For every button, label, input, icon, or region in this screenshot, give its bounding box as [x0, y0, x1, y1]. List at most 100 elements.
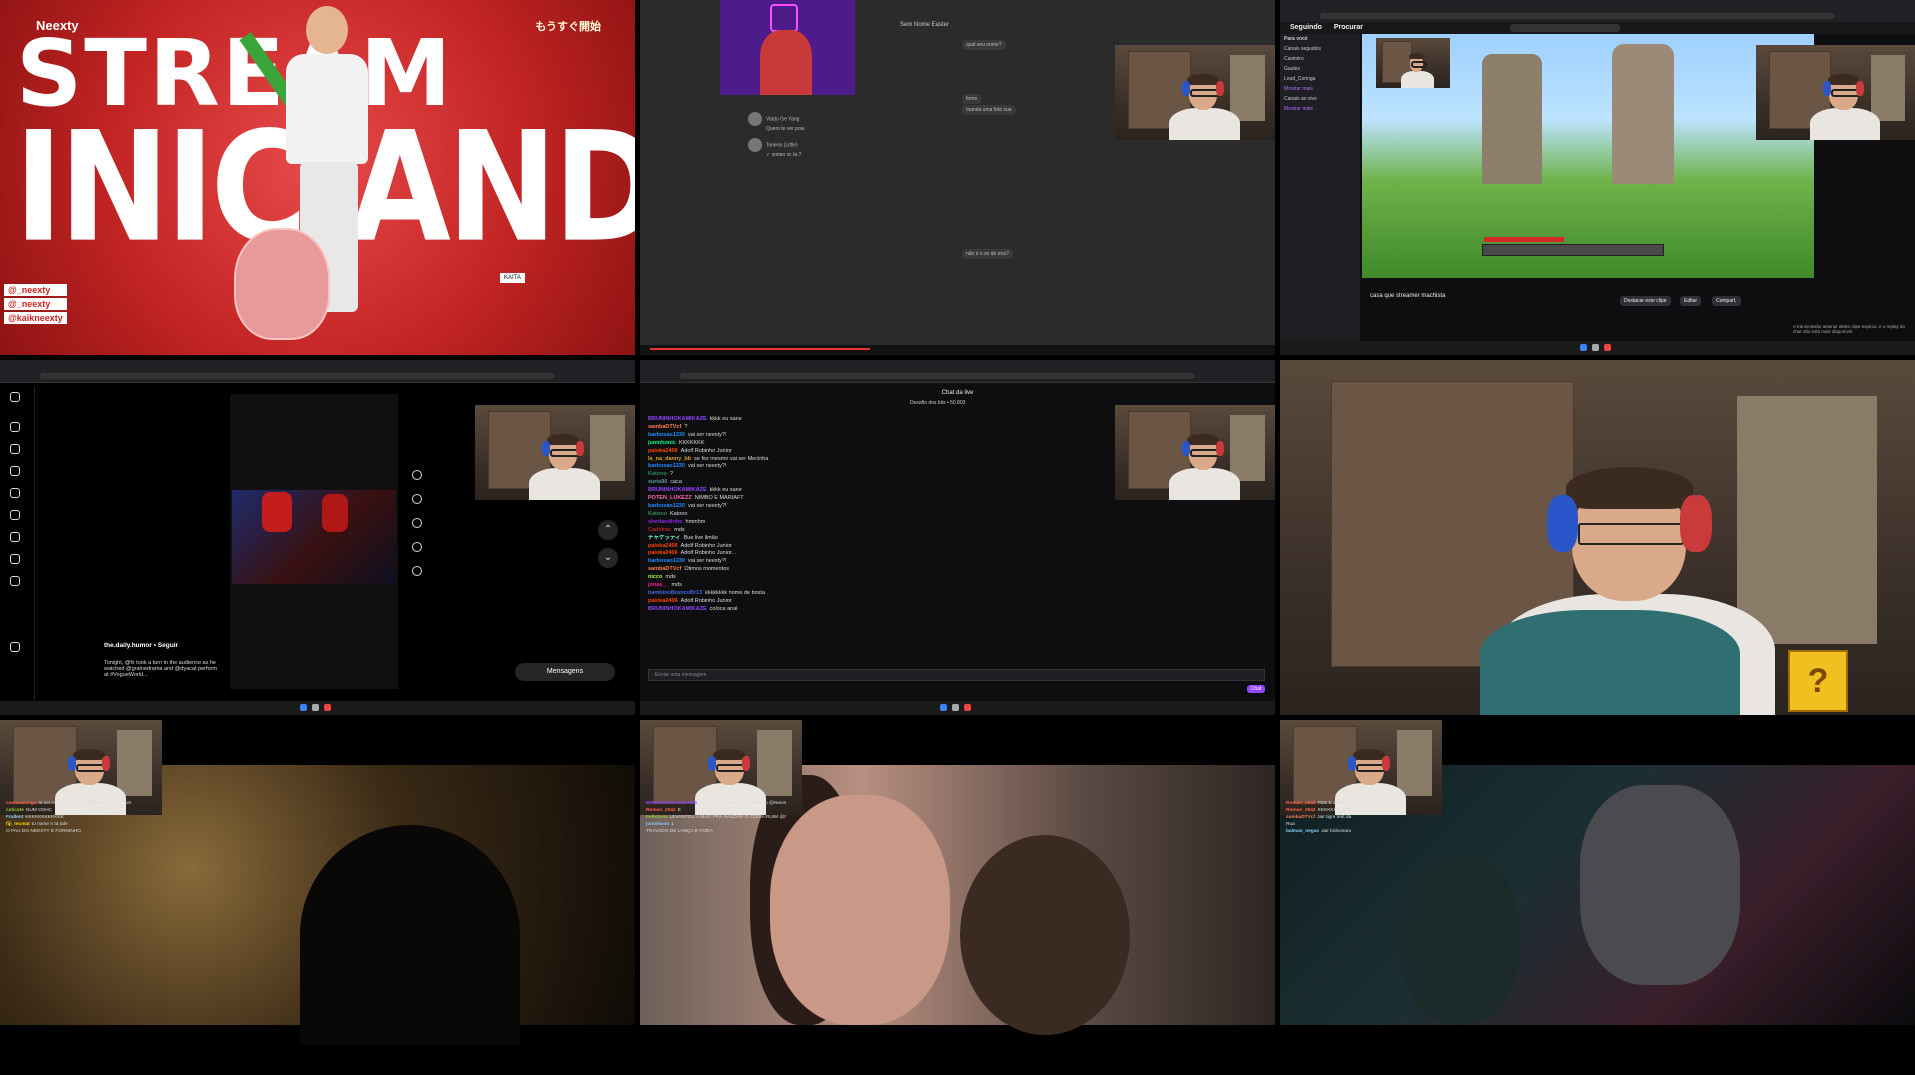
chat-username[interactable]: caetanoveiga [6, 801, 36, 806]
chat-username[interactable]: juninhooo [646, 822, 669, 827]
send-icon[interactable] [10, 466, 20, 476]
chat-username[interactable]: juninhonic [648, 440, 676, 446]
address-bar[interactable] [680, 373, 1195, 379]
share-icon[interactable] [412, 542, 422, 552]
chat-username[interactable]: Roman_2542 [1286, 801, 1316, 806]
chat-text: Jair bolsonaro [1321, 829, 1352, 834]
chat-username[interactable]: sherlandinho [648, 519, 683, 525]
chat-username[interactable]: sambaDTVcf [1286, 815, 1315, 820]
sidebar-item[interactable]: Gaules [1280, 64, 1360, 74]
chat-username[interactable]: suris90 [648, 479, 667, 485]
blanket [1480, 610, 1740, 715]
chat-username[interactable]: paioka2406 [648, 598, 678, 604]
create-icon[interactable] [10, 554, 20, 564]
windows-icon[interactable] [940, 704, 947, 711]
messages-button[interactable]: Mensagens [515, 663, 615, 681]
chat-username[interactable]: Frallent [6, 815, 23, 820]
reel-username[interactable]: the.daily.humor • Seguir [104, 642, 178, 649]
reels-icon[interactable] [10, 444, 20, 454]
explorer-icon[interactable] [1592, 344, 1599, 351]
chat-username[interactable]: barbosao1230 [648, 432, 685, 438]
chat-username[interactable]: jonas__ [648, 582, 668, 588]
video-player[interactable] [1362, 34, 1814, 278]
chat-line: BRUNINHOKAMIKAZE veio filho, vai nascer a… [646, 800, 786, 807]
chat-text: kkkk eu sane [709, 487, 742, 494]
chat-username[interactable]: sambaDTVcf [648, 424, 681, 430]
contact-item[interactable]: Vlado Ge Yang Quero te ver pow [748, 112, 804, 132]
progress-bar[interactable] [650, 348, 870, 350]
edit-button[interactable]: Editar [1680, 296, 1702, 306]
heart-icon[interactable] [10, 532, 20, 542]
explore-icon[interactable] [10, 510, 20, 520]
chrome-icon[interactable] [324, 704, 331, 711]
windows-icon[interactable] [300, 704, 307, 711]
like-icon[interactable] [412, 470, 422, 480]
sidebar-item[interactable]: Canais seguidos [1280, 44, 1360, 54]
reel-navigation: ⌃ ⌄ [598, 520, 618, 576]
chat-username[interactable]: paioka2406 [648, 448, 678, 454]
menu-icon[interactable] [10, 642, 20, 652]
chat-send-button[interactable]: Chat [1247, 685, 1265, 693]
address-bar[interactable] [40, 373, 555, 379]
chrome-icon[interactable] [964, 704, 971, 711]
chat-username[interactable]: bambinoBrancoBr13 [648, 590, 702, 596]
chat-username[interactable]: Roman_2542 [1286, 808, 1316, 813]
home-icon[interactable] [10, 422, 20, 432]
chat-username[interactable]: Katooo [648, 471, 667, 477]
search-input[interactable] [1510, 24, 1620, 32]
video-controls[interactable] [640, 345, 1275, 355]
chat-username[interactable]: Felixtorm [646, 815, 668, 820]
profile-icon[interactable] [10, 576, 20, 586]
chat-username[interactable]: チャケッティ [648, 535, 681, 541]
address-bar[interactable] [1320, 13, 1835, 19]
chat-line: paioka2406 Adolf Robinho Junior... [648, 550, 1148, 558]
nav-following[interactable]: Seguindo [1290, 24, 1322, 31]
chat-username[interactable]: la_na_danny_bb [648, 456, 691, 462]
chat-text: LEVANTOU A MÃO PRA SAUDAR O COISA RUIM @… [669, 815, 786, 820]
chat-username[interactable]: BRUNINHOKAMIKAZE [648, 416, 707, 422]
reel-video[interactable] [230, 394, 398, 689]
windows-icon[interactable] [1580, 344, 1587, 351]
chat-username[interactable]: balmas_negas [1286, 829, 1319, 834]
chat-line: sherlandinho hmmhm [648, 519, 1148, 527]
chat-username[interactable]: BRUNINHOKAMIKAZE [648, 606, 707, 612]
chat-username[interactable]: BRUNINHOKAMIKAZE [648, 487, 707, 493]
chat-username[interactable]: sambaDTVcf [648, 566, 681, 572]
chrome-icon[interactable] [1604, 344, 1611, 351]
tag-label: KAITA [500, 273, 525, 283]
taskbar [0, 701, 635, 715]
sidebar-item[interactable]: Loud_Coringa [1280, 74, 1360, 84]
instagram-logo-icon[interactable] [10, 392, 20, 402]
chevron-down-icon[interactable]: ⌄ [598, 548, 618, 568]
chat-username[interactable]: barbosao1230 [648, 558, 685, 564]
chat-username[interactable]: barbosao1230 [648, 503, 685, 509]
bookmark-icon[interactable] [412, 566, 422, 576]
comment-icon[interactable] [412, 494, 422, 504]
chat-username[interactable]: Katooo [648, 511, 667, 517]
sidebar-item[interactable]: Mostrar mais [1280, 84, 1360, 94]
nav-browse[interactable]: Procurar [1334, 24, 1363, 31]
contact-item[interactable]: Toneno (Little) ✓ soneo vc ta ? [748, 138, 801, 158]
sidebar-item[interactable]: Mostrar mais [1280, 104, 1360, 114]
chat-username[interactable]: Roman_2542 [646, 808, 676, 813]
chat-username[interactable]: fiji_mcmat [6, 822, 30, 827]
chat-username[interactable]: barbosao1230 [648, 463, 685, 469]
explorer-icon[interactable] [952, 704, 959, 711]
streamer-webcam-purple [720, 0, 855, 95]
chat-username[interactable]: nicco [648, 574, 662, 580]
search-icon[interactable] [10, 488, 20, 498]
chat-username[interactable]: paioka2406 [648, 543, 678, 549]
chat-username[interactable]: POTEN_LUKEZZ [648, 495, 692, 501]
chat-input[interactable]: Enviar uma mensagem [648, 669, 1265, 681]
chevron-up-icon[interactable]: ⌃ [598, 520, 618, 540]
chat-username[interactable]: BRUNINHOKAMIKAZE [646, 801, 697, 806]
highlight-button[interactable]: Destacar este clipe [1620, 296, 1671, 306]
sidebar-item[interactable]: Casimiro [1280, 54, 1360, 64]
share-button[interactable]: Compart. [1712, 296, 1741, 306]
chat-username[interactable]: paioka2406 [648, 550, 678, 556]
chat-username[interactable]: Cadeirac [648, 527, 671, 533]
sidebar-item[interactable]: Canais ao vivo [1280, 94, 1360, 104]
explorer-icon[interactable] [312, 704, 319, 711]
chat-username[interactable]: caticate [6, 808, 24, 813]
repost-icon[interactable] [412, 518, 422, 528]
